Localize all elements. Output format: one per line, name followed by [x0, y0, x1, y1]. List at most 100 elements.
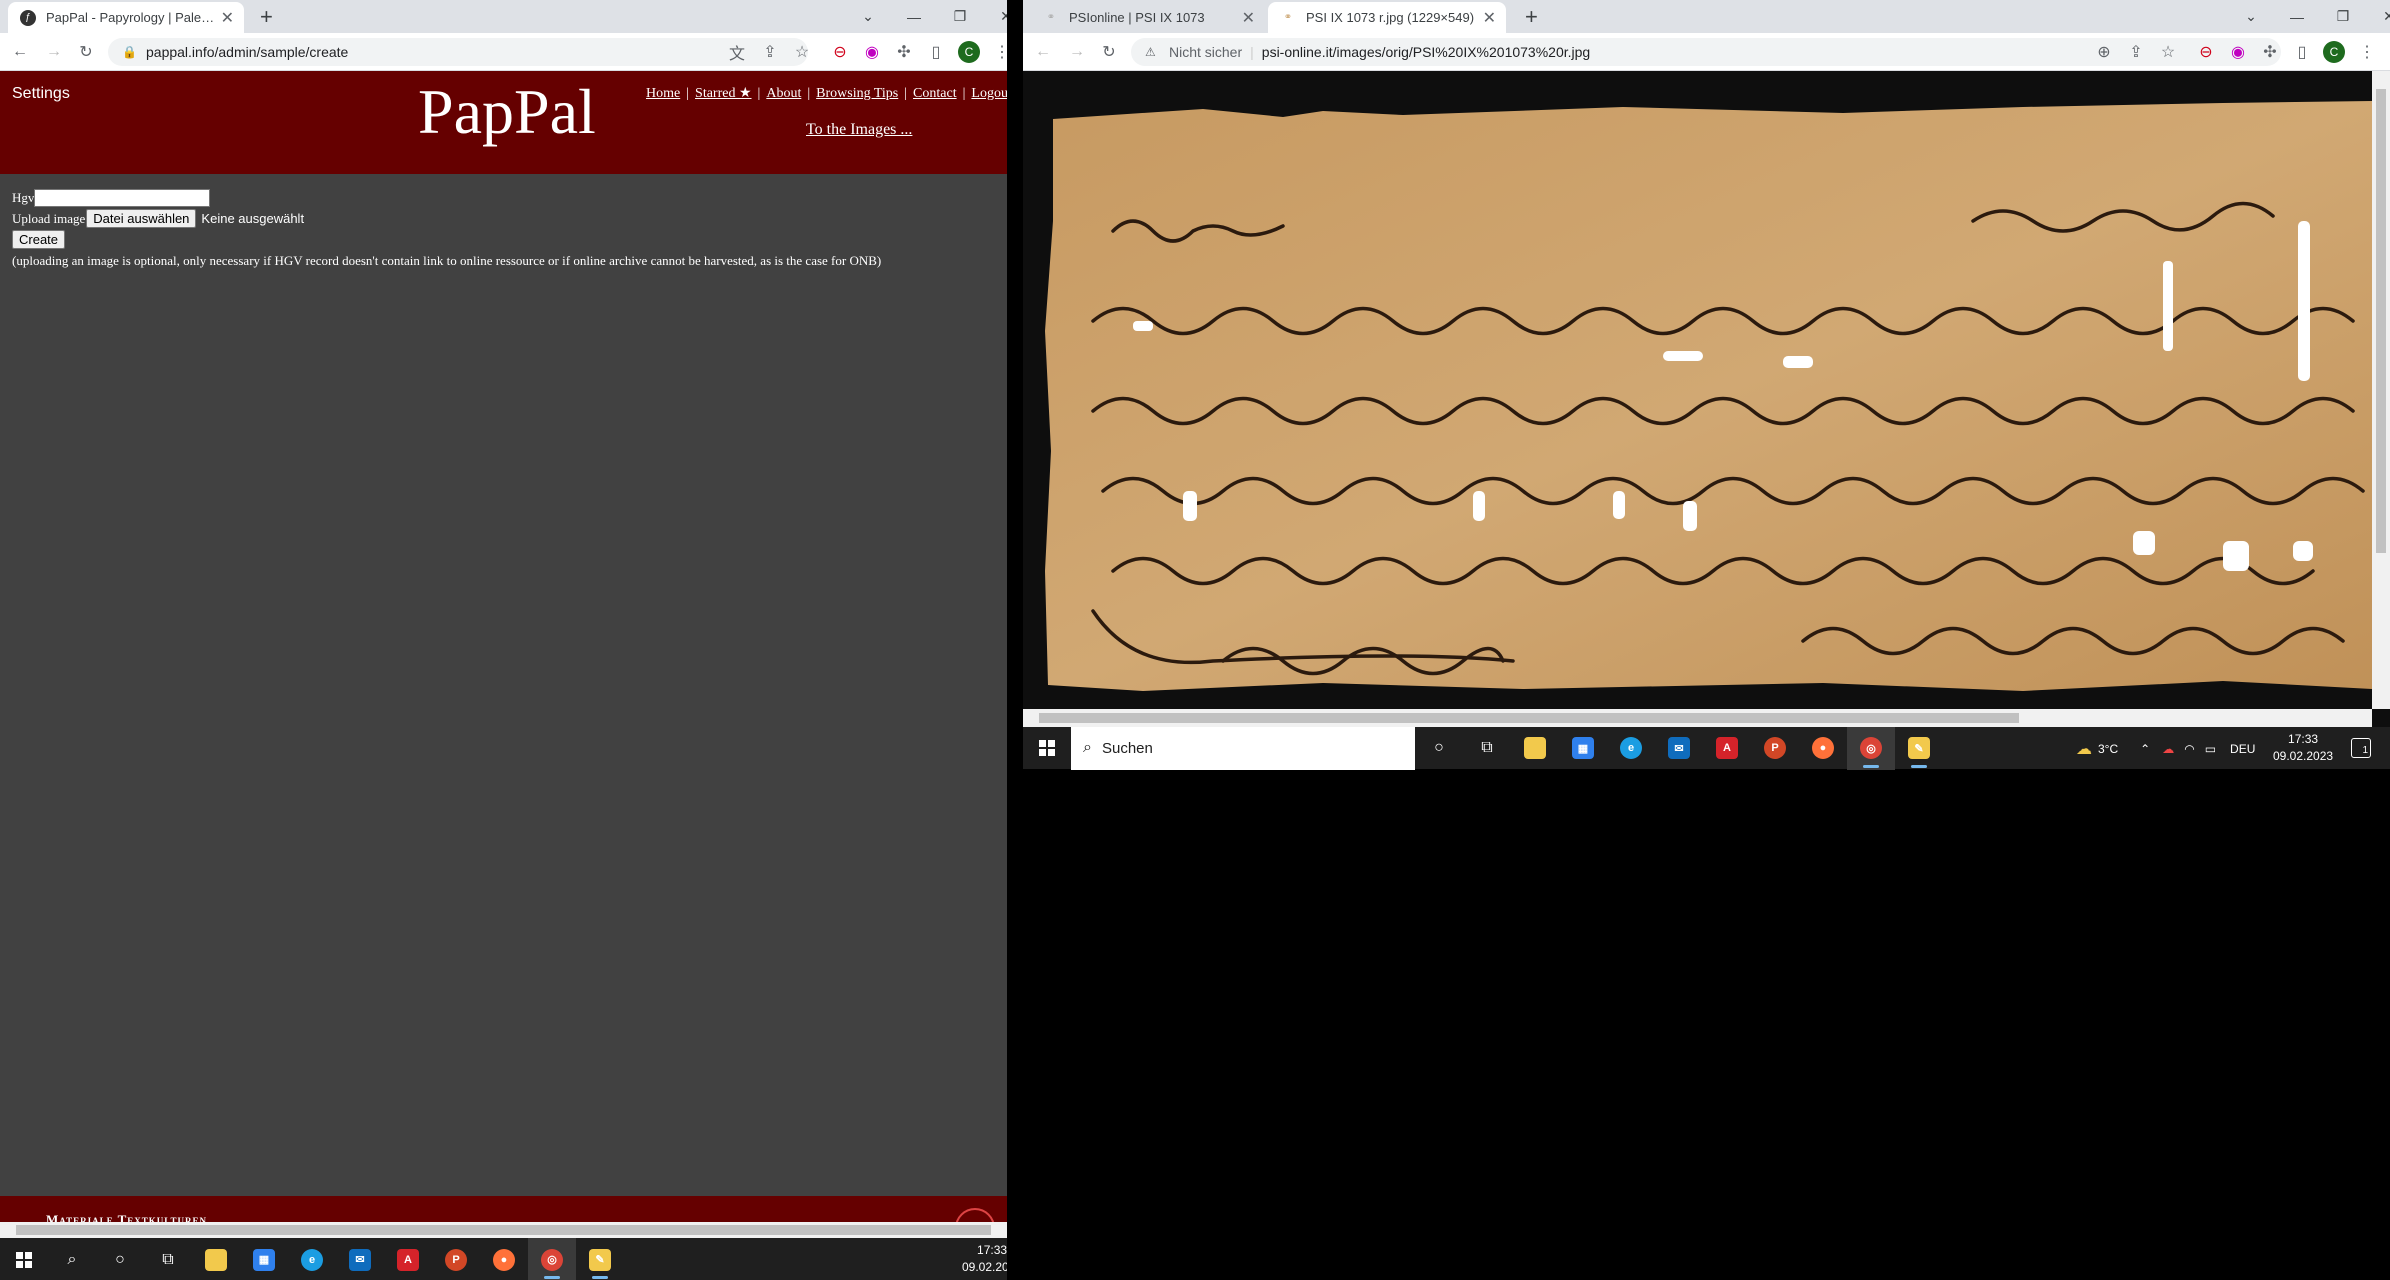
cortana-icon[interactable]: ○: [1415, 727, 1463, 770]
left-browser-window: ƒ PapPal - Papyrology | Paleography ✕ + …: [0, 0, 1007, 1280]
extension-zotero-icon[interactable]: ⊖: [2196, 42, 2216, 62]
share-icon[interactable]: ⇪: [760, 42, 780, 62]
bookmark-star-icon[interactable]: ☆: [792, 42, 812, 62]
chrome-icon[interactable]: ◎: [1847, 726, 1895, 770]
close-tab-icon[interactable]: ✕: [221, 8, 234, 28]
settings-link[interactable]: Settings: [12, 85, 70, 103]
nav-browsing-tips[interactable]: Browsing Tips: [816, 86, 898, 101]
file-explorer-icon[interactable]: [1511, 727, 1559, 770]
reload-icon[interactable]: ↻: [1099, 42, 1119, 62]
mail-icon[interactable]: ✉: [1655, 727, 1703, 770]
nav-contact[interactable]: Contact: [913, 86, 957, 101]
to-images-link[interactable]: To the Images ...: [806, 121, 912, 139]
task-view-icon[interactable]: ⧉: [1463, 727, 1511, 770]
close-window-icon[interactable]: ✕: [983, 0, 1007, 33]
powerpoint-icon[interactable]: P: [432, 1238, 480, 1280]
acrobat-icon[interactable]: A: [1703, 727, 1751, 770]
left-horizontal-scrollbar[interactable]: [0, 1222, 1007, 1238]
tab-psi-image[interactable]: ⚭ PSI IX 1073 r.jpg (1229×549) ✕: [1268, 2, 1506, 33]
left-clock[interactable]: 17:33 09.02.2023: [962, 1242, 1007, 1276]
right-hscroll-thumb[interactable]: [1039, 713, 2019, 723]
right-clock[interactable]: 17:33 09.02.2023: [2273, 731, 2333, 765]
right-horizontal-scrollbar[interactable]: [1023, 709, 2372, 727]
back-icon[interactable]: ←: [10, 42, 30, 62]
bookmark-star-icon[interactable]: ☆: [2158, 42, 2178, 62]
lock-icon: 🔒: [122, 45, 137, 59]
pappal-logo[interactable]: PapPal: [418, 75, 596, 149]
weather-icon[interactable]: ☁: [2076, 739, 2092, 759]
firefox-icon[interactable]: ●: [480, 1238, 528, 1280]
firefox-icon[interactable]: ●: [1799, 727, 1847, 770]
translate-icon[interactable]: 文: [727, 42, 747, 63]
new-tab-icon[interactable]: +: [260, 4, 273, 30]
right-vscroll-thumb[interactable]: [2376, 89, 2386, 553]
close-window-icon[interactable]: ✕: [2366, 0, 2390, 33]
back-icon[interactable]: ←: [1033, 42, 1053, 62]
start-button[interactable]: [1023, 727, 1071, 770]
start-button[interactable]: [0, 1238, 48, 1280]
store-icon[interactable]: ▦: [1559, 727, 1607, 770]
right-vertical-scrollbar[interactable]: [2372, 71, 2390, 709]
taskbar-search-box[interactable]: ⌕ Suchen: [1071, 726, 1415, 770]
extensions-puzzle-icon[interactable]: ✣: [2260, 42, 2280, 62]
choose-file-button[interactable]: Datei auswählen: [86, 209, 197, 228]
mail-icon[interactable]: ✉: [336, 1238, 384, 1280]
nav-about[interactable]: About: [766, 86, 801, 101]
battery-icon[interactable]: ▭: [2205, 742, 2216, 756]
wifi-icon[interactable]: ◠: [2184, 742, 2194, 756]
minimize-icon[interactable]: —: [2274, 0, 2320, 33]
acrobat-icon[interactable]: A: [384, 1238, 432, 1280]
extension-purple-icon[interactable]: ◉: [862, 42, 882, 62]
extension-purple-icon[interactable]: ◉: [2228, 42, 2248, 62]
side-panel-icon[interactable]: ▯: [926, 42, 946, 62]
chrome-icon[interactable]: ◎: [528, 1238, 576, 1280]
weather-temp[interactable]: 3°C: [2098, 742, 2118, 756]
menu-kebab-icon[interactable]: ⋮: [992, 42, 1007, 62]
tab-psionline[interactable]: ⚭ PSIonline | PSI IX 1073 ✕: [1031, 2, 1265, 33]
profile-avatar[interactable]: C: [958, 41, 980, 63]
edge-icon[interactable]: e: [288, 1238, 336, 1280]
edge-icon[interactable]: e: [1607, 727, 1655, 770]
task-view-icon[interactable]: ⧉: [144, 1238, 192, 1280]
papyrus-image[interactable]: [1023, 71, 2372, 709]
nav-starred[interactable]: Starred ★: [695, 86, 751, 101]
close-tab-icon[interactable]: ✕: [1483, 8, 1496, 28]
forward-icon[interactable]: →: [44, 42, 64, 62]
notes-app-icon[interactable]: ✎: [576, 1238, 624, 1280]
address-bar[interactable]: 🔒 pappal.info/admin/sample/create: [108, 38, 808, 66]
nav-home[interactable]: Home: [646, 86, 680, 101]
minimize-icon[interactable]: —: [891, 0, 937, 33]
store-icon[interactable]: ▦: [240, 1238, 288, 1280]
left-hscroll-thumb[interactable]: [16, 1225, 991, 1235]
nav-logout[interactable]: Logout: [971, 86, 1007, 101]
tab-pappal[interactable]: ƒ PapPal - Papyrology | Paleography ✕: [8, 2, 244, 33]
language-indicator[interactable]: DEU: [2230, 742, 2255, 756]
extension-zotero-icon[interactable]: ⊖: [830, 42, 850, 62]
tab-search-icon[interactable]: ⌄: [2228, 0, 2274, 33]
hgv-input[interactable]: [34, 188, 211, 207]
powerpoint-icon[interactable]: P: [1751, 727, 1799, 770]
extensions-puzzle-icon[interactable]: ✣: [894, 42, 914, 62]
search-icon[interactable]: ⌕: [48, 1238, 96, 1280]
restore-icon[interactable]: ❐: [937, 0, 983, 33]
zoom-icon[interactable]: ⊕: [2094, 42, 2114, 62]
security-label[interactable]: Nicht sicher: [1169, 44, 1242, 60]
menu-kebab-icon[interactable]: ⋮: [2357, 42, 2377, 62]
cloud-sync-icon[interactable]: ☁: [2162, 742, 2174, 756]
restore-icon[interactable]: ❐: [2320, 0, 2366, 33]
chevron-up-icon[interactable]: ⌃: [2140, 742, 2150, 756]
system-tray: ☁ 3°C ⌃ ☁ ◠ ▭ DEU: [2076, 739, 2255, 759]
create-button[interactable]: Create: [12, 230, 66, 249]
close-tab-icon[interactable]: ✕: [1242, 8, 1255, 28]
tab-search-icon[interactable]: ⌄: [845, 0, 891, 33]
forward-icon[interactable]: →: [1067, 42, 1087, 62]
new-tab-icon[interactable]: +: [1525, 4, 1538, 30]
file-explorer-icon[interactable]: [192, 1238, 240, 1280]
notification-icon[interactable]: 1: [2351, 738, 2371, 758]
notes-app-icon[interactable]: ✎: [1895, 727, 1943, 770]
side-panel-icon[interactable]: ▯: [2292, 42, 2312, 62]
cortana-icon[interactable]: ○: [96, 1238, 144, 1280]
reload-icon[interactable]: ↻: [76, 42, 96, 62]
profile-avatar[interactable]: C: [2323, 41, 2345, 63]
share-icon[interactable]: ⇪: [2126, 42, 2146, 62]
